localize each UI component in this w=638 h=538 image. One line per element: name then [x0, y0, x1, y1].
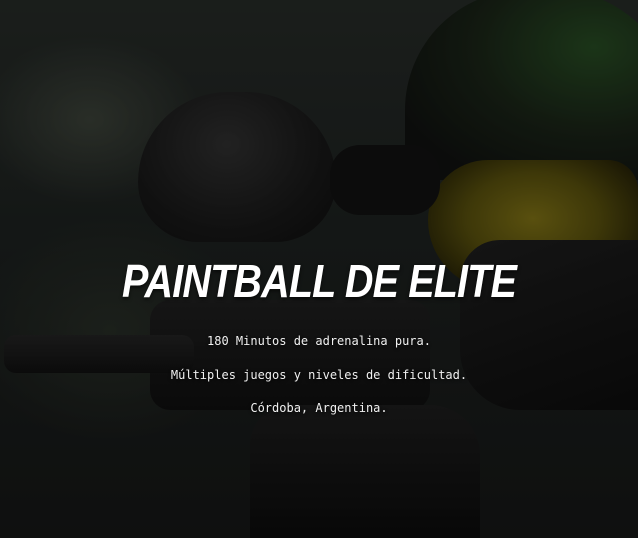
hero-title: PAINTBALL DE ELITE: [121, 255, 517, 307]
hero-banner: PAINTBALL DE ELITE 180 Minutos de adrena…: [0, 0, 638, 538]
hero-line-games: Múltiples juegos y niveles de dificultad…: [170, 368, 468, 382]
hero-line-location: Córdoba, Argentina.: [250, 401, 388, 415]
hero-line-duration: 180 Minutos de adrenalina pura.: [207, 334, 431, 348]
